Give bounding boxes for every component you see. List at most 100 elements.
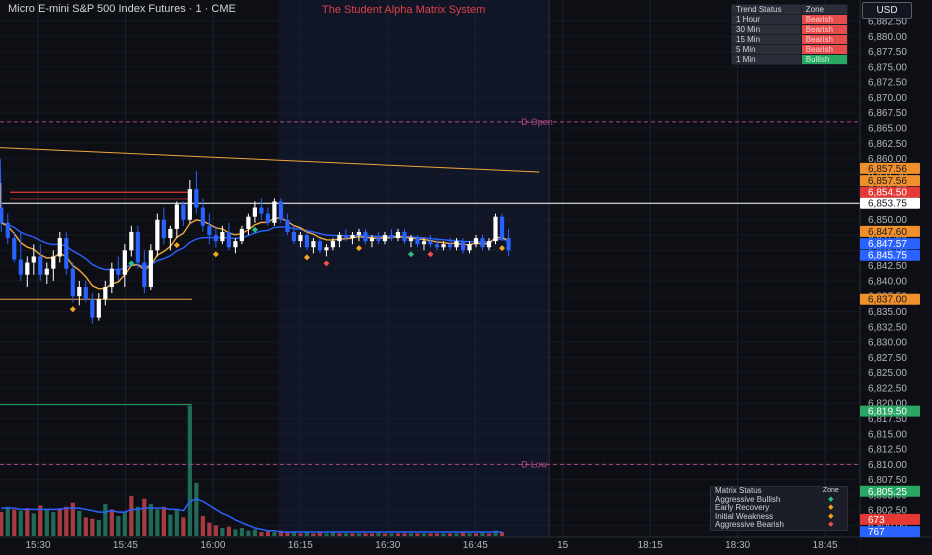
candle-body [129,231,134,251]
time-tick-label: 15:45 [113,540,138,550]
candle-body [395,231,401,239]
price-badge-label: 6,837.00 [868,295,907,306]
trend-timeframe: 5 Min [731,44,802,55]
candle-body [434,244,440,248]
trend-zone: Bearish [800,44,849,55]
candle-body [0,207,4,223]
volume-bar [18,510,23,536]
trend-timeframe: 15 Min [731,34,802,45]
candle-body [311,241,316,248]
price-tick-label: 6,875.00 [868,62,907,73]
candle-body [181,204,186,220]
candle-body [64,238,69,269]
price-chart[interactable]: D-OpenD-Low 6,882.506,880.006,877.506,87… [0,0,932,551]
candle-body [103,287,108,300]
volume-bar [90,518,95,536]
trend-row: 30 Min Bearish [731,24,849,35]
chart-container[interactable]: D-Open D-Low 6,882.50 6,880.00 6,877.50 6,87… [0,0,932,551]
candle-body [213,235,218,242]
volume-bar [428,533,433,536]
price-tick-label: 6,835.00 [868,307,907,318]
trend-timeframe: 1 Min [731,54,802,65]
trend-status-table: Trend Status Zone 1 Hour Bearish 30 Min Bea… [731,4,849,65]
system-title: The Student Alpha Matrix System [322,4,486,16]
candle-body [486,241,492,248]
volume-bar [324,533,329,536]
price-badge-label: 6,853.75 [868,199,907,210]
currency-button[interactable]: USD [862,2,912,19]
trend-timeframe: 30 Min [731,24,802,35]
volume-bar [415,533,420,536]
trend-table-header: Trend Status Zone [731,4,849,15]
candle-body [38,256,43,275]
volume-bar [77,510,82,536]
volume-bar [5,506,10,536]
price-tick-label: 6,827.50 [868,353,907,364]
candle-body [83,287,88,300]
time-tick-label: 18:30 [725,540,750,550]
matrix-row: Aggressive Bearish ◆ [711,520,848,530]
candle-body [239,228,244,242]
candle-body [278,201,284,220]
volume-bar [473,533,479,536]
candle-body [350,235,355,239]
volume-bar [356,533,362,536]
candle-body [480,238,485,248]
volume-bar [239,528,244,536]
candle-body [220,231,225,242]
candle-body [272,201,277,223]
volume-bar [246,530,251,536]
volume-bar [447,533,453,536]
candle-body [174,204,179,229]
level-label-1: D-Low [521,459,548,469]
volume-bar [116,516,121,536]
volume-bar [12,509,17,536]
price-tick-label: 6,825.00 [868,368,907,379]
volume-bar [298,533,303,536]
price-badge-label: 6,819.50 [868,407,907,418]
candle-body [187,189,192,220]
time-tick-label: 18:15 [638,540,663,550]
volume-bar [343,533,349,536]
time-tick-label: 16:00 [200,540,225,550]
time-tick-label: 18:45 [813,540,838,550]
candle-body [109,268,114,288]
price-tick-label: 6,822.50 [868,383,907,394]
price-tick-label: 6,872.50 [868,78,907,89]
price-tick-label: 6,832.50 [868,322,907,333]
candle-body [18,259,23,275]
price-badge-label: 6,854.50 [868,188,907,199]
volume-bar [252,529,257,536]
volume-bar [51,512,56,536]
candle-body [252,207,257,217]
candle-body [246,216,251,229]
volume-bar [174,509,179,536]
candle-body [116,268,121,275]
candle-body [233,241,238,248]
volume-bar [25,508,30,536]
candle-body [382,235,388,242]
volume-bar [31,513,36,536]
price-badge-label: 6,847.57 [868,239,907,250]
candle-body [447,244,453,248]
matrix-diamond-icon: ◆ [828,512,834,520]
matrix-diamond-icon: ◆ [828,504,834,511]
volume-bar [350,533,355,536]
candle-body [421,241,427,245]
volume-bar [226,526,231,536]
trend-zone: Bearish [800,34,849,45]
price-tick-label: 6,815.00 [868,429,907,440]
candle-body [200,207,205,226]
volume-bar [363,533,368,536]
level-label-0: D-Open [521,117,553,127]
trend-row: 1 Min Bullish [731,54,849,65]
volume-bar [434,533,440,536]
price-tick-label: 6,807.50 [868,475,907,486]
candle-body [304,235,310,248]
price-tick-label: 6,865.00 [868,124,907,135]
candle-body [506,238,511,251]
price-tick-label: 6,842.50 [868,261,907,272]
volume-bar [109,509,114,536]
volume-bar [0,512,4,536]
price-tick-label: 6,870.00 [868,93,907,104]
